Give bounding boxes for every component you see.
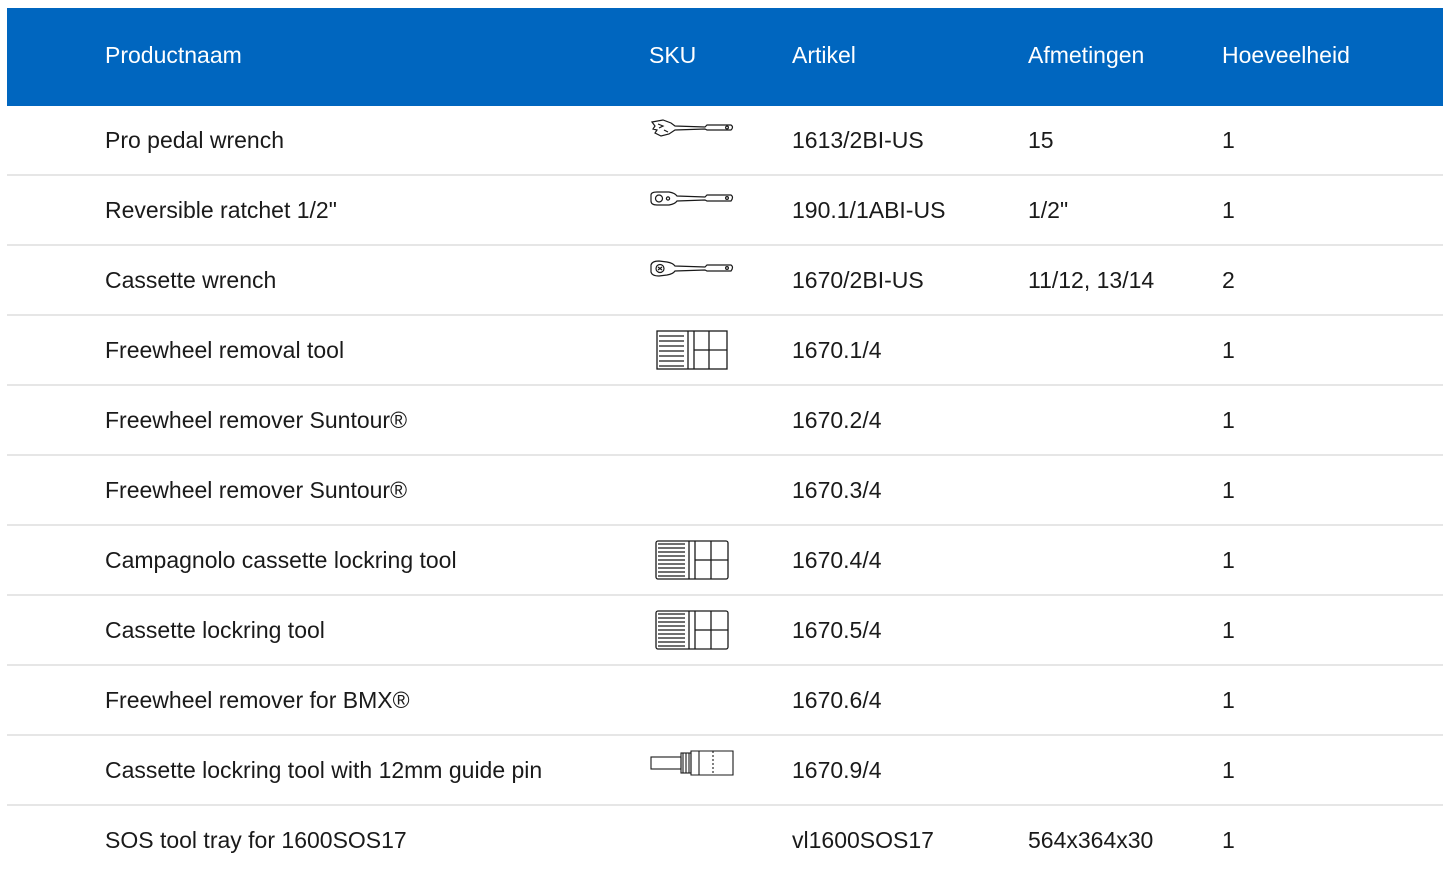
header-artikel: Artikel	[792, 42, 856, 68]
table-row: Cassette lockring tool 1670.5/4 1	[7, 596, 1443, 666]
table-row: Campagnolo cassette lockring tool 1670.4/…	[7, 526, 1443, 596]
table-row: Freewheel remover for BMX® 1670.6/4 1	[7, 666, 1443, 736]
sku-image	[649, 806, 735, 874]
sku-image	[649, 526, 735, 594]
dimensions: 564x364x30	[1028, 827, 1154, 853]
article-number: 1670.1/4	[792, 337, 882, 363]
product-name: Pro pedal wrench	[105, 127, 284, 153]
product-name: Cassette wrench	[105, 267, 277, 293]
freewheel-tool-icon	[654, 328, 730, 378]
dimensions: 1/2"	[1028, 197, 1069, 223]
header-afmetingen: Afmetingen	[1028, 42, 1145, 68]
table-row: Reversible ratchet 1/2" 190.1/1ABI-US 1/2"…	[7, 176, 1443, 246]
pedal-wrench-icon	[649, 118, 735, 146]
article-number: vl1600SOS17	[792, 827, 934, 853]
quantity: 1	[1222, 827, 1235, 853]
article-number: 1670.5/4	[792, 617, 882, 643]
product-name: SOS tool tray for 1600SOS17	[105, 827, 407, 853]
article-number: 1670.4/4	[792, 547, 882, 573]
guide-pin-tool-icon	[649, 748, 735, 784]
dimensions: 11/12, 13/14	[1028, 267, 1155, 293]
sku-image	[649, 176, 735, 244]
quantity: 1	[1222, 687, 1235, 713]
product-name: Reversible ratchet 1/2"	[105, 197, 337, 223]
sku-image	[649, 316, 735, 384]
quantity: 1	[1222, 617, 1235, 643]
article-number: 1670.9/4	[792, 757, 882, 783]
quantity: 1	[1222, 197, 1235, 223]
article-number: 1670.6/4	[792, 687, 882, 713]
product-name: Freewheel removal tool	[105, 337, 345, 363]
sku-image	[649, 106, 735, 174]
table-row: Cassette lockring tool with 12mm guide p…	[7, 736, 1443, 806]
product-table: Productnaam SKU Artikel Afmetingen Hoeve…	[7, 8, 1443, 874]
cassette-wrench-icon	[649, 258, 735, 285]
quantity: 1	[1222, 407, 1235, 433]
lockring-tool-icon	[653, 538, 731, 588]
table-row: Pro pedal wrench 1613/2BI-US 15 1	[7, 106, 1443, 176]
table-row: Freewheel removal tool 1670.1/4 1	[7, 316, 1443, 386]
quantity: 1	[1222, 547, 1235, 573]
table-body: Pro pedal wrench 1613/2BI-US 15 1 Reversible…	[7, 106, 1443, 874]
product-name: Freewheel remover for BMX®	[105, 687, 410, 713]
quantity: 1	[1222, 757, 1235, 783]
table-row: Freewheel remover Suntour® 1670.2/4 1	[7, 386, 1443, 456]
product-name: Cassette lockring tool	[105, 617, 325, 643]
sku-image	[649, 386, 735, 454]
table-row: Freewheel remover Suntour® 1670.3/4 1	[7, 456, 1443, 526]
lockring-tool-icon	[653, 608, 731, 658]
quantity: 2	[1222, 267, 1235, 293]
article-number: 190.1/1ABI-US	[792, 197, 946, 223]
quantity: 1	[1222, 127, 1235, 153]
sku-image	[649, 736, 735, 804]
sku-image	[649, 666, 735, 734]
sku-image	[649, 596, 735, 664]
product-name: Campagnolo cassette lockring tool	[105, 547, 457, 573]
dimensions: 15	[1028, 127, 1054, 153]
article-number: 1670.3/4	[792, 477, 882, 503]
header-productnaam: Productnaam	[105, 42, 242, 68]
sku-image	[649, 456, 735, 524]
sku-image	[649, 246, 735, 314]
article-number: 1670.2/4	[792, 407, 882, 433]
header-hoeveelheid: Hoeveelheid	[1222, 42, 1350, 68]
table-row: Cassette wrench 1670/2BI-US 11/12, 13/14 2	[7, 246, 1443, 316]
header-sku: SKU	[649, 42, 697, 68]
table-row: SOS tool tray for 1600SOS17 vl1600SOS17 56…	[7, 806, 1443, 874]
quantity: 1	[1222, 337, 1235, 363]
ratchet-icon	[649, 188, 735, 215]
quantity: 1	[1222, 477, 1235, 503]
product-name: Freewheel remover Suntour®	[105, 407, 408, 433]
product-name: Freewheel remover Suntour®	[105, 477, 408, 503]
table-header: Productnaam SKU Artikel Afmetingen Hoeve…	[7, 8, 1443, 106]
product-name: Cassette lockring tool with 12mm guide p…	[105, 757, 543, 783]
article-number: 1670/2BI-US	[792, 267, 924, 293]
article-number: 1613/2BI-US	[792, 127, 924, 153]
